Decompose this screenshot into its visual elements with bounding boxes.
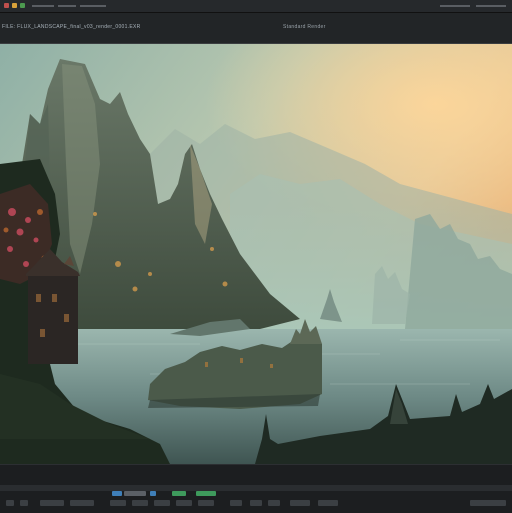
timeline-clip[interactable] [112,491,122,496]
title-bar [0,0,512,13]
info-bar: FILE: FLUX_LANDSCAPE_final_v03_render_00… [0,13,512,44]
timeline-clip[interactable] [150,491,156,496]
toolbar-button[interactable] [230,500,242,506]
menu-item[interactable] [476,5,506,7]
minimize-icon[interactable] [12,3,17,8]
landscape-render [0,44,512,464]
toolbar-button[interactable] [290,500,310,506]
menu-item[interactable] [58,5,76,7]
frame-field[interactable] [70,500,94,506]
timeline-panel [0,464,512,513]
render-mode-label[interactable]: Standard Render [283,24,326,30]
toolbar-button[interactable] [318,500,338,506]
toolbar-button[interactable] [132,500,148,506]
timeline-clip[interactable] [172,491,186,496]
play-button[interactable] [6,500,14,506]
toolbar-button[interactable] [268,500,280,506]
menu-item[interactable] [32,5,54,7]
toolbar-button[interactable] [176,500,192,506]
menu-item[interactable] [80,5,106,7]
close-icon[interactable] [4,3,9,8]
maximize-icon[interactable] [20,3,25,8]
menu-item[interactable] [440,5,470,7]
frame-field[interactable] [40,500,64,506]
timeline-clip[interactable] [196,491,216,496]
stop-button[interactable] [20,500,28,506]
toolbar-button[interactable] [198,500,214,506]
toolbar-button[interactable] [110,500,126,506]
image-viewport[interactable] [0,44,512,464]
toolbar-button[interactable] [154,500,170,506]
timeline-clip[interactable] [124,491,146,496]
file-name-label: FILE: FLUX_LANDSCAPE_final_v03_render_00… [2,24,141,30]
toolbar-button[interactable] [250,500,262,506]
timeline-ruler[interactable] [0,485,512,491]
zoom-field[interactable] [470,500,506,506]
